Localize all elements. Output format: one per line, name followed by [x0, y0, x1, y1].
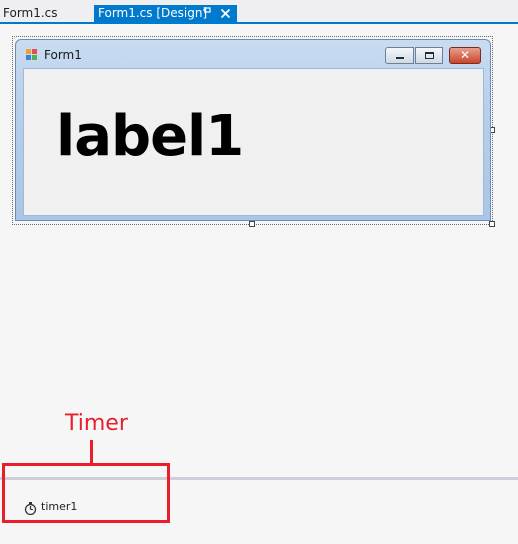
pin-icon[interactable] [202, 5, 212, 22]
close-button[interactable]: ✕ [449, 47, 481, 64]
form-titlebar: Form1 ✕ [16, 40, 490, 68]
tab-form1-design[interactable]: Form1.cs [Design] [94, 5, 237, 22]
maximize-icon [425, 52, 434, 59]
resize-handle-bottom[interactable] [249, 221, 255, 227]
tab-label: Form1.cs [3, 6, 58, 20]
document-tab-strip: Form1.cs Form1.cs [Design] [0, 0, 518, 24]
minimize-button[interactable] [385, 47, 414, 64]
tab-form1-code[interactable]: Form1.cs [3, 5, 58, 22]
annotation-highlight-box [2, 463, 170, 523]
close-icon: ✕ [459, 48, 471, 62]
resize-handle-bottom-right[interactable] [489, 221, 495, 227]
form-icon [26, 49, 38, 61]
annotation-label: Timer [65, 411, 128, 436]
form-title: Form1 [44, 48, 82, 62]
designer-form-window[interactable]: Form1 ✕ label1 [15, 39, 491, 221]
maximize-button[interactable] [415, 47, 443, 64]
tab-underline [0, 22, 518, 24]
label1-control[interactable]: label1 [56, 107, 244, 167]
annotation-connector [90, 440, 93, 464]
form-client-area[interactable]: label1 [23, 68, 484, 216]
tab-label: Form1.cs [Design] [98, 6, 208, 20]
minimize-icon [396, 57, 404, 59]
